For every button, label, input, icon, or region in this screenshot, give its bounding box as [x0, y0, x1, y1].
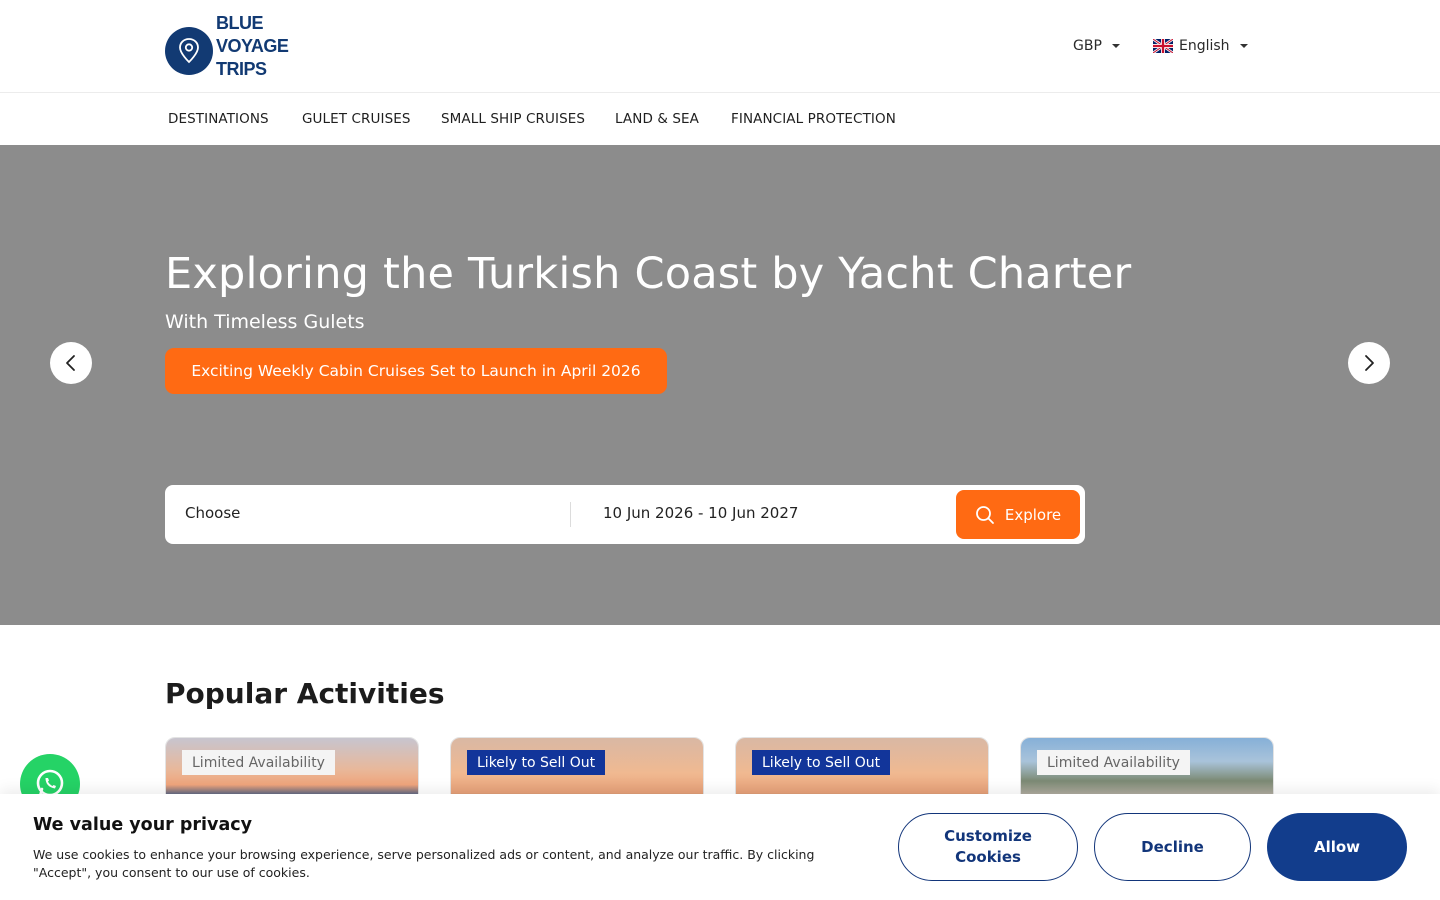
availability-badge: Limited Availability	[1037, 750, 1190, 775]
explore-label: Explore	[1004, 505, 1062, 524]
chevron-right-icon	[1365, 355, 1374, 371]
language-label: English	[1179, 38, 1230, 54]
promo-button[interactable]: Exciting Weekly Cabin Cruises Set to Lau…	[165, 348, 667, 394]
decline-cookies-button[interactable]: Decline	[1094, 813, 1251, 881]
logo-line-2: VOYAGE	[216, 36, 289, 56]
chevron-left-icon	[66, 355, 75, 371]
logo-line-1: BLUE	[216, 13, 264, 33]
hero-subtitle: With Timeless Gulets	[165, 311, 365, 333]
search-bar: Choose 10 Jun 2026 - 10 Jun 2027 Explore	[165, 485, 1085, 544]
date-range-picker[interactable]: 10 Jun 2026 - 10 Jun 2027	[603, 504, 798, 522]
hero-banner: Exploring the Turkish Coast by Yacht Cha…	[0, 145, 1440, 625]
map-pin-icon	[165, 27, 213, 75]
destination-select[interactable]: Choose	[185, 504, 240, 522]
allow-cookies-button[interactable]: Allow	[1267, 813, 1407, 881]
availability-badge: Likely to Sell Out	[467, 750, 606, 775]
nav-item-destinations[interactable]: DESTINATIONS	[168, 111, 269, 127]
uk-flag-icon	[1152, 37, 1174, 55]
caret-down-icon	[1111, 44, 1120, 48]
customize-cookies-label: Customize Cookies	[944, 827, 1032, 866]
currency-label: GBP	[1073, 38, 1102, 54]
nav-item-land-and-sea[interactable]: LAND & SEA	[615, 111, 699, 127]
customize-cookies-button[interactable]: Customize Cookies	[898, 813, 1078, 881]
hero-title: Exploring the Turkish Coast by Yacht Cha…	[165, 249, 1132, 299]
nav-item-small-ship-cruises[interactable]: SMALL SHIP CRUISES	[441, 111, 585, 127]
search-icon	[975, 505, 994, 524]
explore-button[interactable]: Explore	[956, 490, 1080, 539]
language-selector[interactable]: English	[1152, 36, 1248, 56]
cookie-text: We use cookies to enhance your browsing …	[33, 847, 815, 880]
currency-selector[interactable]: GBP	[1073, 36, 1120, 56]
logo-line-3: TRIPS	[216, 59, 267, 79]
logo-wordmark: BLUE VOYAGE TRIPS	[216, 12, 289, 81]
search-divider	[570, 502, 571, 527]
nav-item-gulet-cruises[interactable]: GULET CRUISES	[302, 111, 411, 127]
header: BLUE VOYAGE TRIPS GBP English	[0, 0, 1440, 93]
cookie-banner: We value your privacy We use cookies to …	[0, 794, 1440, 900]
carousel-prev-button[interactable]	[50, 342, 92, 384]
carousel-next-button[interactable]	[1348, 342, 1390, 384]
availability-badge: Limited Availability	[182, 750, 335, 775]
cookie-title: We value your privacy	[33, 815, 253, 835]
nav-item-financial-protection[interactable]: FINANCIAL PROTECTION	[731, 111, 896, 127]
site-logo[interactable]: BLUE VOYAGE TRIPS	[165, 12, 289, 81]
caret-down-icon	[1239, 44, 1248, 48]
main-nav: DESTINATIONS GULET CRUISES SMALL SHIP CR…	[0, 94, 1440, 145]
section-title-popular: Popular Activities	[165, 677, 445, 710]
availability-badge: Likely to Sell Out	[752, 750, 891, 775]
